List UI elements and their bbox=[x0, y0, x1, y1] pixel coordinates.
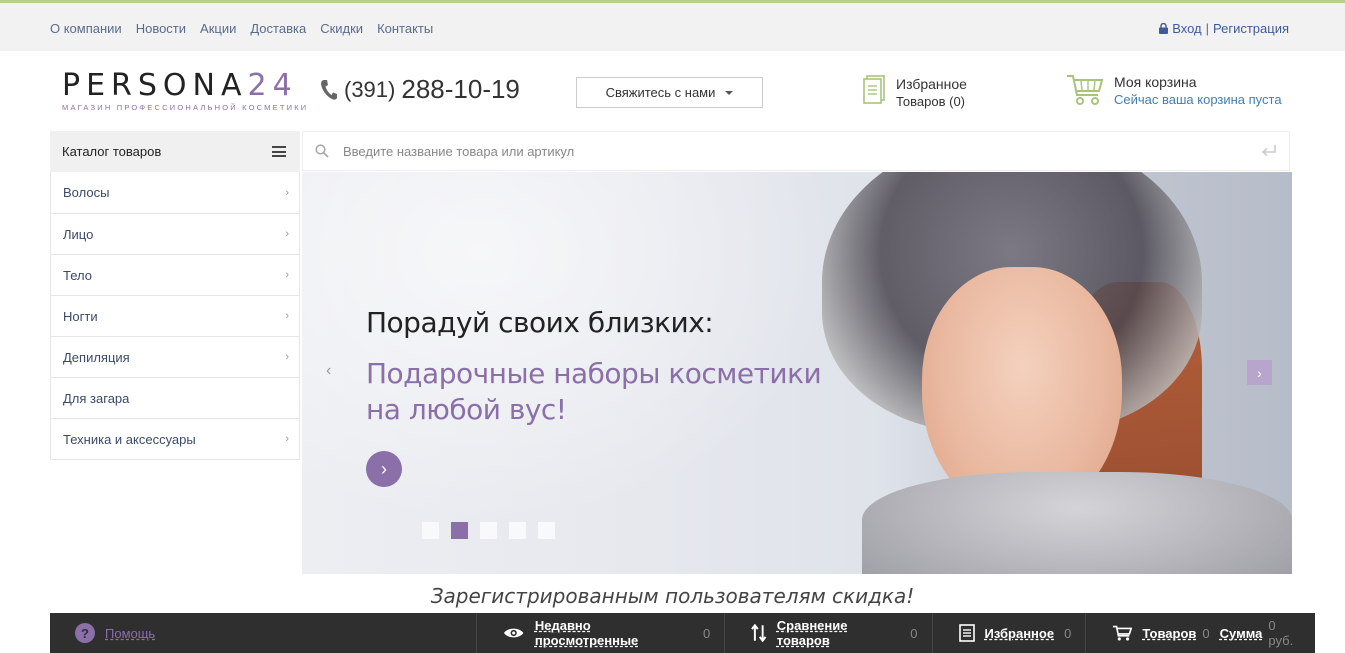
phone-code: (391) bbox=[344, 76, 396, 102]
catalog-header[interactable]: Каталог товаров bbox=[50, 131, 300, 172]
logo-text: PERSONA bbox=[62, 68, 248, 103]
catalog-item-body[interactable]: Тело › bbox=[51, 254, 299, 295]
nav-link-news[interactable]: Новости bbox=[136, 21, 186, 36]
phone-block: (391) 288-10-19 bbox=[320, 74, 520, 105]
slider-dot-2[interactable] bbox=[451, 522, 468, 539]
cart-title: Моя корзина bbox=[1114, 74, 1197, 90]
chevron-right-icon: › bbox=[285, 433, 289, 445]
bottom-panel: ? Помощь Недавно просмотренные 0 Сравнен… bbox=[50, 613, 1315, 653]
slider-next-button[interactable]: › bbox=[1247, 360, 1272, 385]
compare-products[interactable]: Сравнение товаров 0 bbox=[724, 613, 931, 653]
recently-viewed[interactable]: Недавно просмотренные 0 bbox=[476, 613, 724, 653]
chevron-right-icon: › bbox=[285, 269, 289, 281]
login-link[interactable]: Вход bbox=[1172, 21, 1201, 36]
chevron-right-icon: › bbox=[285, 186, 289, 199]
auth-separator: | bbox=[1205, 21, 1209, 36]
slider-pagination bbox=[422, 522, 555, 539]
site-logo[interactable]: PERSONA24 МАГАЗИН ПРОФЕССИОНАЛЬНОЙ КОСМЕ… bbox=[62, 68, 309, 113]
help-icon: ? bbox=[75, 623, 95, 643]
top-nav: О компании Новости Акции Доставка Скидки… bbox=[50, 21, 433, 36]
footer-cart[interactable]: Товаров 0 Сумма 0 руб. bbox=[1085, 613, 1315, 653]
banner-subtitle: Подарочные наборы косметики на любой вуc… bbox=[366, 357, 822, 426]
chevron-down-icon bbox=[725, 90, 734, 95]
logo-tagline: МАГАЗИН ПРОФЕССИОНАЛЬНОЙ КОСМЕТИКИ bbox=[62, 103, 309, 112]
nav-link-delivery[interactable]: Доставка bbox=[250, 21, 306, 36]
lock-icon bbox=[1159, 23, 1169, 34]
goods-count: 0 bbox=[1202, 625, 1210, 641]
compare-count: 0 bbox=[910, 625, 918, 641]
nav-link-about[interactable]: О компании bbox=[50, 21, 122, 36]
sum-label: Сумма bbox=[1219, 625, 1263, 641]
hero-banner[interactable]: Порадуй своих близких: Подарочные наборы… bbox=[302, 172, 1292, 574]
chevron-right-icon: › bbox=[285, 351, 289, 363]
promo-text: Зарегистрированным пользователям скидка! bbox=[430, 584, 915, 608]
slider-dot-1[interactable] bbox=[422, 522, 439, 539]
catalog-item-face[interactable]: Лицо › bbox=[51, 213, 299, 254]
nav-link-promotions[interactable]: Акции bbox=[200, 21, 236, 36]
catalog-title: Каталог товаров bbox=[62, 144, 162, 159]
catalog-item-tanning[interactable]: Для загара bbox=[51, 377, 299, 418]
footer-favorites[interactable]: Избранное 0 bbox=[931, 613, 1086, 653]
logo-number: 24 bbox=[247, 68, 298, 103]
header-cart[interactable]: Моя корзина Сейчас ваша корзина пуста bbox=[1066, 73, 1282, 109]
nav-link-contacts[interactable]: Контакты bbox=[377, 21, 433, 36]
menu-icon bbox=[272, 146, 286, 157]
top-bar: О компании Новости Акции Доставка Скидки… bbox=[0, 3, 1345, 51]
catalog-item-depilation[interactable]: Депиляция › bbox=[51, 336, 299, 377]
slider-prev-button[interactable]: ‹ bbox=[326, 362, 331, 380]
banner-title: Порадуй своих близких: bbox=[366, 306, 714, 339]
favorites-title: Избранное bbox=[896, 76, 967, 92]
cart-icon bbox=[1067, 75, 1104, 105]
auth-links: Вход | Регистрация bbox=[1159, 21, 1289, 36]
footer-favorites-count: 0 bbox=[1064, 625, 1072, 641]
favorites-list-icon bbox=[958, 624, 975, 642]
recently-viewed-label: Недавно просмотренные bbox=[534, 618, 639, 648]
phone-number[interactable]: 288-10-19 bbox=[401, 74, 520, 105]
catalog-item-devices[interactable]: Техника и аксессуары › bbox=[51, 418, 299, 459]
compare-label: Сравнение товаров bbox=[776, 618, 848, 648]
help-link[interactable]: ? Помощь bbox=[50, 623, 476, 643]
chevron-right-icon: › bbox=[381, 458, 387, 479]
catalog-item-nails[interactable]: Ногти › bbox=[51, 295, 299, 336]
contact-us-dropdown[interactable]: Свяжитесь с нами bbox=[576, 77, 763, 108]
chevron-right-icon: › bbox=[285, 310, 289, 322]
cart-icon bbox=[1113, 625, 1133, 641]
slider-dot-5[interactable] bbox=[538, 522, 555, 539]
search-input[interactable] bbox=[343, 143, 1247, 159]
catalog-list: Волосы › Лицо › Тело › Ногти › Депиляция › Дл… bbox=[50, 172, 300, 460]
banner-photo-scarf bbox=[862, 472, 1292, 574]
catalog-menu: Каталог товаров Волосы › Лицо › Тело › Ногт… bbox=[50, 131, 300, 460]
favorites-count: Товаров (0) bbox=[896, 94, 966, 109]
search-icon bbox=[315, 144, 329, 158]
goods-label: Товаров bbox=[1142, 625, 1197, 641]
contact-us-label: Свяжитесь с нами bbox=[605, 85, 716, 100]
enter-icon[interactable] bbox=[1261, 145, 1277, 157]
catalog-item-hair[interactable]: Волосы › bbox=[51, 172, 299, 213]
chevron-right-icon: › bbox=[285, 228, 289, 240]
register-link[interactable]: Регистрация bbox=[1213, 21, 1289, 36]
favorites-list-icon bbox=[863, 75, 885, 104]
footer-favorites-label: Избранное bbox=[984, 625, 1055, 641]
recently-viewed-count: 0 bbox=[703, 625, 711, 641]
header-favorites[interactable]: Избранное Товаров (0) bbox=[862, 75, 967, 111]
eye-icon bbox=[504, 628, 524, 638]
cart-status: Сейчас ваша корзина пуста bbox=[1114, 92, 1282, 107]
search-bar bbox=[302, 131, 1290, 171]
nav-link-discounts[interactable]: Скидки bbox=[320, 21, 363, 36]
slider-dot-4[interactable] bbox=[509, 522, 526, 539]
help-label: Помощь bbox=[105, 625, 156, 641]
sum-value: 0 руб. bbox=[1268, 618, 1294, 648]
slider-dot-3[interactable] bbox=[480, 522, 497, 539]
banner-go-button[interactable]: › bbox=[366, 451, 402, 487]
compare-icon bbox=[751, 624, 767, 642]
phone-icon bbox=[321, 79, 337, 100]
